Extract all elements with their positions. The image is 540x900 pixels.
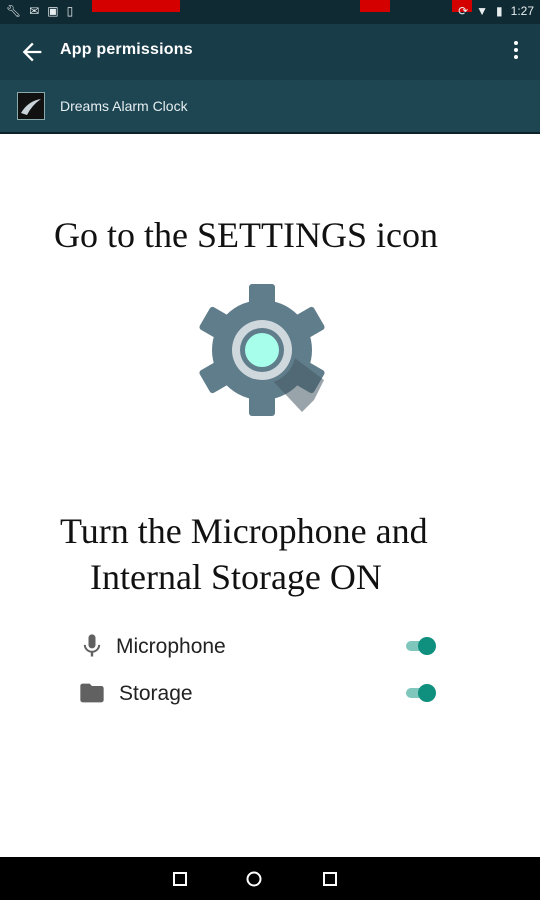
microphone-icon — [83, 634, 101, 657]
phone-icon: ▯ — [66, 4, 74, 18]
storage-toggle[interactable] — [406, 683, 436, 703]
permission-row-storage[interactable]: Storage — [0, 671, 540, 715]
app-icon — [17, 92, 45, 120]
folder-icon — [80, 683, 104, 703]
recents-nav-icon[interactable] — [320, 869, 340, 889]
page-title: App permissions — [60, 41, 193, 58]
permission-label: Storage — [119, 682, 193, 705]
permission-label: Microphone — [116, 635, 226, 658]
status-time: 1:27 — [510, 4, 534, 18]
overflow-menu-icon[interactable] — [506, 38, 526, 66]
navigation-bar — [0, 857, 540, 900]
toggle-thumb — [418, 684, 436, 702]
status-bar: 🔧︎ ✉ ▣ ▯ ⟳ ▼ ▮ 1:27 — [0, 0, 540, 24]
instruction-heading-settings: Go to the SETTINGS icon — [54, 215, 438, 255]
instruction-line-2: Internal Storage ON — [90, 557, 382, 597]
status-left-icons: 🔧︎ ✉ ▣ ▯ — [6, 4, 73, 18]
mail-icon: ✉ — [29, 4, 40, 18]
home-nav-icon[interactable] — [244, 869, 264, 889]
instruction-line-1: Turn the Microphone and — [60, 511, 428, 551]
wrench-icon: 🔧︎ — [6, 4, 22, 18]
settings-gear-icon — [199, 284, 325, 416]
sync-icon: ⟳ — [458, 4, 469, 18]
wifi-icon: ▼ — [476, 4, 489, 18]
notification-strip — [92, 0, 180, 12]
back-arrow-icon[interactable] — [18, 38, 46, 66]
back-nav-icon[interactable] — [170, 869, 190, 889]
status-right-icons: ⟳ ▼ ▮ 1:27 — [458, 4, 534, 18]
app-name: Dreams Alarm Clock — [60, 98, 188, 114]
permission-row-microphone[interactable]: Microphone — [0, 624, 540, 668]
toggle-thumb — [418, 637, 436, 655]
instruction-heading-permissions: Turn the Microphone and Internal Storage… — [0, 508, 540, 600]
notification-strip — [360, 0, 390, 12]
app-bar: App permissions — [0, 24, 540, 80]
microphone-toggle[interactable] — [406, 636, 436, 656]
app-header: Dreams Alarm Clock — [0, 80, 540, 134]
image-icon: ▣ — [47, 4, 59, 18]
battery-icon: ▮ — [496, 4, 503, 18]
